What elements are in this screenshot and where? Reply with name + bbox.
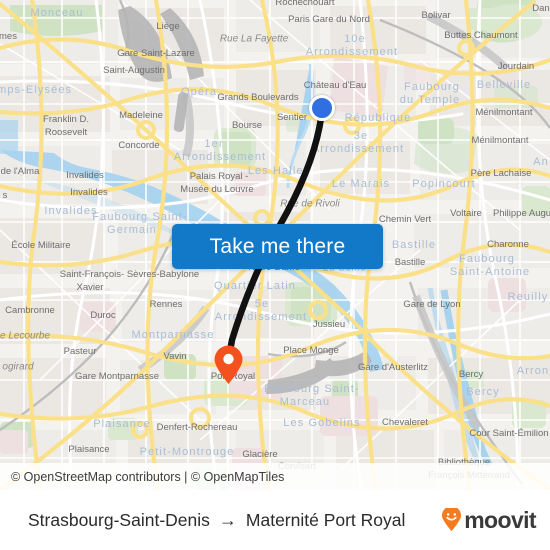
arrow-right-icon: →: [218, 510, 237, 530]
moovit-wordmark: moovit: [464, 506, 536, 533]
origin-marker[interactable]: [309, 95, 335, 121]
moovit-logo[interactable]: moovit: [441, 506, 537, 534]
attribution-text: © OpenStreetMap contributors | © OpenMap…: [11, 469, 285, 484]
map-canvas[interactable]: .bg{fill:#f4f2ef} .blk{fill:#eceae7} .bl…: [0, 0, 550, 490]
origin-label: Strasbourg-Saint-Denis: [28, 509, 210, 530]
moovit-route-screen: .bg{fill:#f4f2ef} .blk{fill:#eceae7} .bl…: [0, 0, 550, 550]
take-me-there-button[interactable]: Take me there: [172, 224, 383, 269]
moovit-pin-icon: [442, 508, 462, 531]
destination-label: Maternité Port Royal: [245, 509, 406, 530]
map-attribution: © OpenStreetMap contributors | © OpenMap…: [0, 463, 550, 490]
route-title: Strasbourg-Saint-Denis → Maternité Port …: [28, 510, 405, 531]
destination-marker[interactable]: [213, 345, 244, 385]
footer-bar: Strasbourg-Saint-Denis → Maternité Port …: [0, 490, 550, 550]
